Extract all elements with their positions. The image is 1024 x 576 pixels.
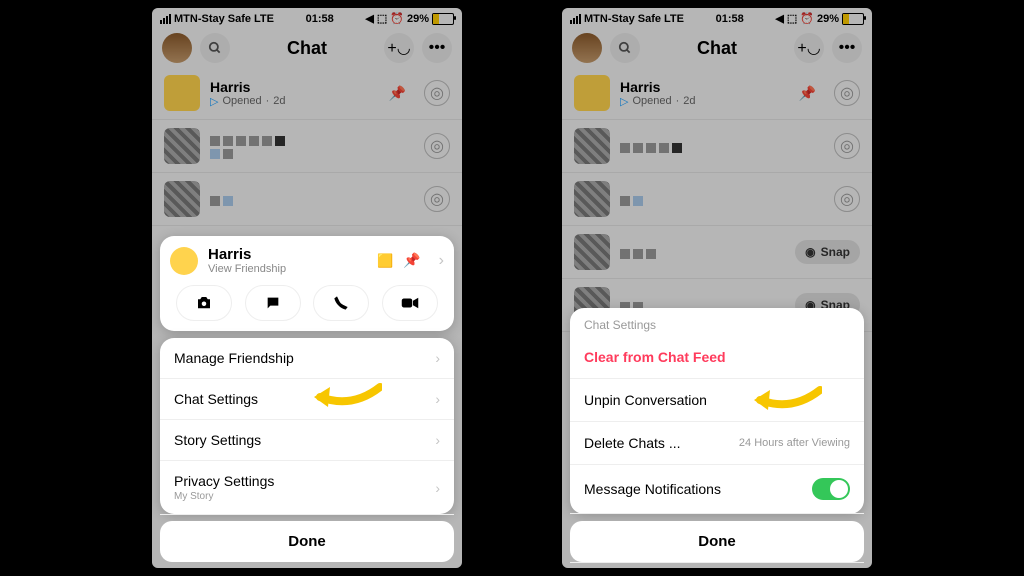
- view-friendship-link[interactable]: View Friendship: [208, 263, 367, 275]
- camera-action[interactable]: [176, 285, 232, 321]
- manage-friendship-item[interactable]: Manage Friendship›: [160, 338, 454, 379]
- done-button[interactable]: Done: [160, 521, 454, 562]
- streak-emoji: 🟨: [377, 253, 393, 269]
- story-settings-item[interactable]: Story Settings›: [160, 420, 454, 461]
- unpin-conversation-item[interactable]: Unpin Conversation: [570, 379, 864, 422]
- chevron-right-icon: ›: [435, 480, 440, 496]
- action-sheet: Manage Friendship› Chat Settings› Story …: [160, 338, 454, 514]
- phone-left: MTN-Stay Safe LTE 01:58 ◀ ⬚ ⏰ 29% Chat +…: [152, 8, 462, 568]
- done-button[interactable]: Done: [570, 521, 864, 562]
- pin-icon: 📌: [403, 252, 420, 269]
- privacy-settings-item[interactable]: Privacy SettingsMy Story›: [160, 461, 454, 515]
- chat-action[interactable]: [245, 285, 301, 321]
- video-action[interactable]: [382, 285, 438, 321]
- chat-settings-sheet: Chat Settings Clear from Chat Feed Unpin…: [570, 308, 864, 514]
- profile-name: Harris: [208, 246, 367, 263]
- clear-chat-feed-item[interactable]: Clear from Chat Feed: [570, 336, 864, 379]
- chevron-right-icon: ›: [435, 432, 440, 448]
- chat-settings-item[interactable]: Chat Settings›: [160, 379, 454, 420]
- toggle-on[interactable]: [812, 478, 850, 500]
- sheet-header: Chat Settings: [570, 308, 864, 336]
- profile-card: Harris View Friendship 🟨 📌 ›: [160, 236, 454, 331]
- call-action[interactable]: [313, 285, 369, 321]
- message-notifications-item[interactable]: Message Notifications: [570, 465, 864, 514]
- chevron-right-icon: ›: [435, 350, 440, 366]
- chevron-right-icon: ›: [435, 391, 440, 407]
- phone-right: MTN-Stay Safe LTE 01:58 ◀⬚⏰ 29% Chat +◡ …: [562, 8, 872, 568]
- profile-avatar-small: [170, 247, 198, 275]
- delete-chats-item[interactable]: Delete Chats ...24 Hours after Viewing: [570, 422, 864, 465]
- chevron-right-icon[interactable]: ›: [439, 252, 444, 270]
